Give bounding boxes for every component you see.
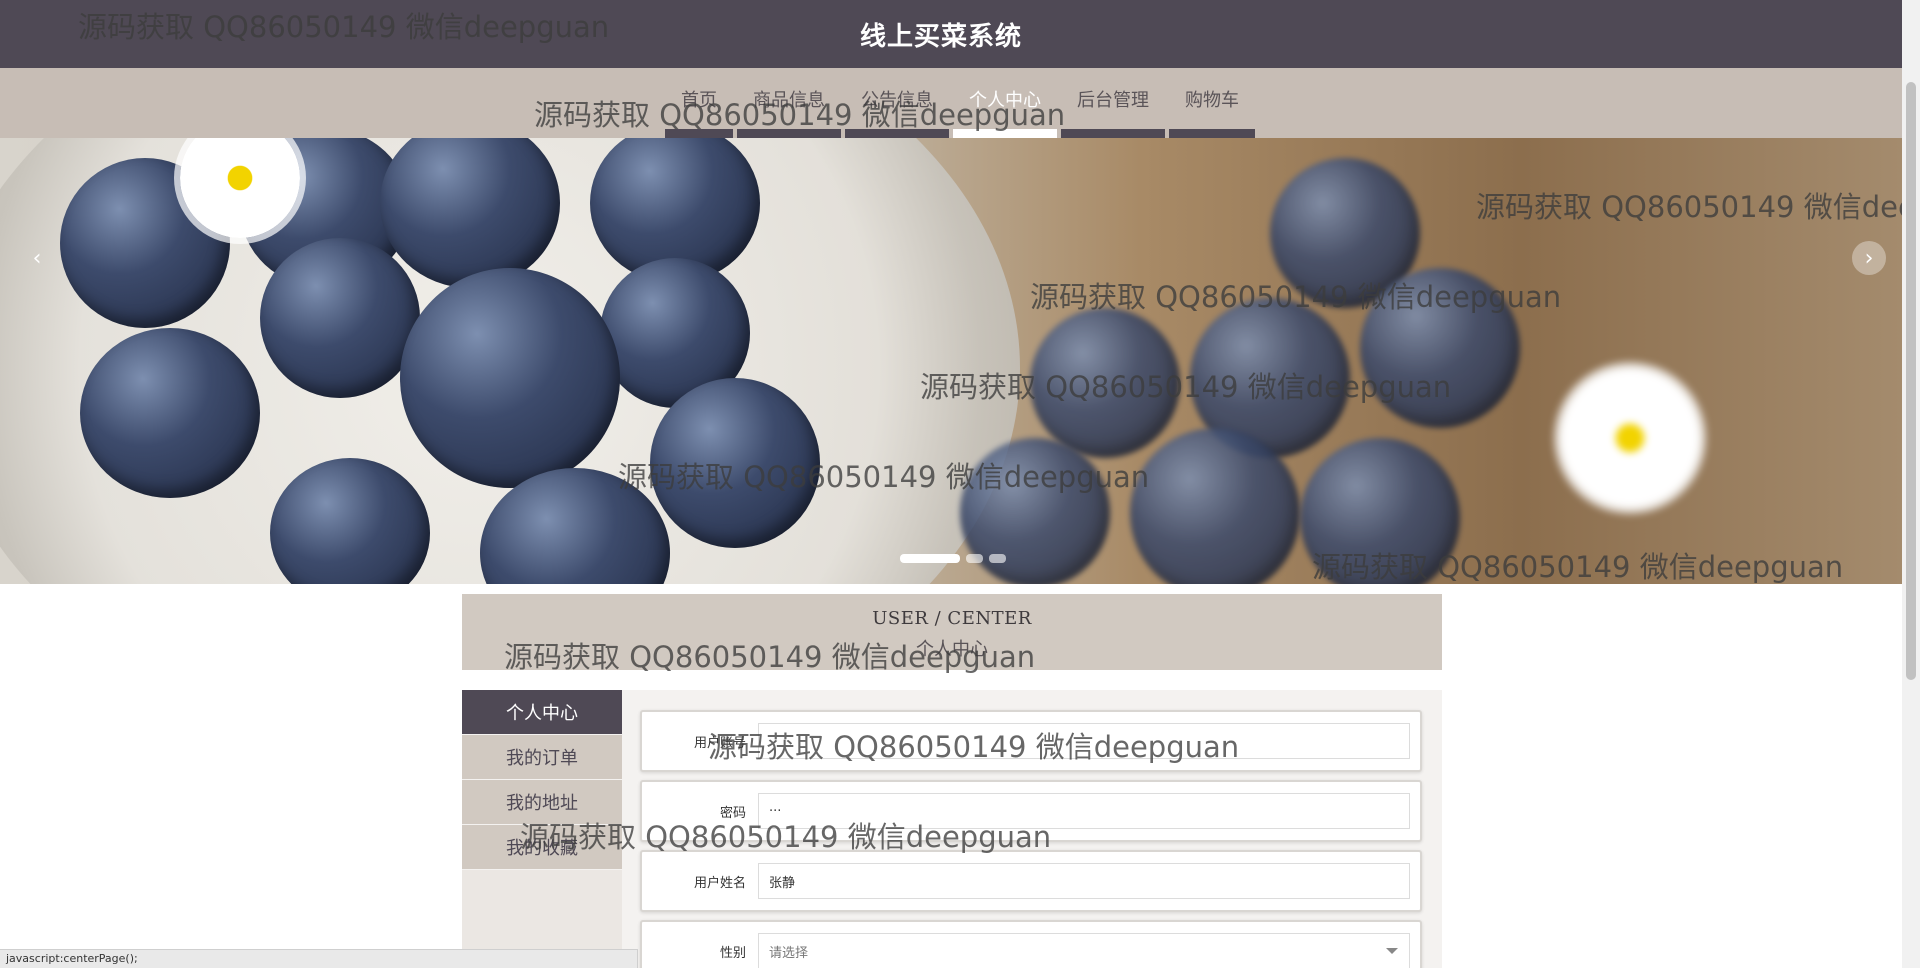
carousel-prev-button[interactable]: ‹ [20,241,54,275]
fullname-label: 用户姓名 [693,875,746,891]
carousel-indicator[interactable] [966,554,983,563]
nav-item-label: 购物车 [1185,90,1239,111]
site-title: 线上买菜系统 [859,22,1022,52]
chevron-down-icon [1386,948,1398,954]
blueberry-image [1300,438,1460,584]
gender-label: 性别 [719,945,746,961]
sidebar-item-addresses[interactable]: 我的地址 [462,780,622,824]
nav-item-label: 后台管理 [1077,90,1149,111]
daisy-image [1560,368,1700,508]
heading-english: USER / CENTER [872,608,1032,629]
nav-item-user-center[interactable]: 个人中心 [953,68,1057,138]
carousel-indicators [900,554,1006,563]
fullname-field[interactable] [758,863,1410,899]
banner-carousel: ‹ › [0,138,1902,584]
nav-item-admin[interactable]: 后台管理 [1061,68,1165,138]
nav-item-cart[interactable]: 购物车 [1169,68,1255,138]
nav-list: 首页 商品信息 公告信息 个人中心 后台管理 购物车 [665,68,1259,138]
blueberry-image [400,268,620,488]
carousel-indicator[interactable] [989,554,1006,563]
nav-item-notices[interactable]: 公告信息 [845,68,949,138]
user-center-heading: USER / CENTER 个人中心 [462,594,1442,670]
user-center-content: 个人中心 我的订单 我的地址 我的收藏 用户账号 密码 用户姓名 性别 请选择 [462,690,1442,968]
scrollbar-thumb[interactable] [1906,82,1916,680]
nav-item-label: 商品信息 [753,90,825,111]
user-sidebar: 个人中心 我的订单 我的地址 我的收藏 [462,690,622,870]
gender-select-value: 请选择 [769,945,809,961]
form-row-fullname: 用户姓名 [640,850,1422,912]
form-row-password: 密码 [640,780,1422,842]
sidebar-item-orders[interactable]: 我的订单 [462,735,622,779]
username-field[interactable] [758,723,1410,759]
sidebar-item-profile[interactable]: 个人中心 [462,690,622,734]
gender-select[interactable]: 请选择 [758,933,1410,968]
blueberry-image [260,238,420,398]
form-row-gender: 性别 请选择 [640,920,1422,968]
nav-item-products[interactable]: 商品信息 [737,68,841,138]
page-scrollbar[interactable] [1902,0,1920,968]
blueberry-image [80,328,260,498]
nav-item-label: 首页 [681,90,717,111]
password-label: 密码 [719,805,746,821]
nav-item-label: 个人中心 [969,90,1041,111]
browser-status-bar: javascript:centerPage(); [0,949,638,968]
blueberry-image [650,378,820,548]
nav-item-label: 公告信息 [861,90,933,111]
nav-item-home[interactable]: 首页 [665,68,733,138]
site-header: 线上买菜系统 [0,0,1902,68]
blueberry-image [1130,428,1300,584]
username-label: 用户账号 [693,735,746,751]
form-row-username: 用户账号 [640,710,1422,772]
carousel-indicator[interactable] [900,554,960,563]
main-nav: 首页 商品信息 公告信息 个人中心 后台管理 购物车 [0,68,1902,138]
heading-chinese: 个人中心 [916,639,988,660]
password-field[interactable] [758,793,1410,829]
profile-form: 用户账号 密码 用户姓名 性别 请选择 [640,710,1422,968]
sidebar-item-favorites[interactable]: 我的收藏 [462,825,622,869]
page: 线上买菜系统 首页 商品信息 公告信息 个人中心 后台管理 购物车 ‹ › US… [0,0,1920,968]
carousel-next-button[interactable]: › [1852,241,1886,275]
blueberry-image [1030,308,1180,458]
blueberry-image [1360,268,1520,428]
